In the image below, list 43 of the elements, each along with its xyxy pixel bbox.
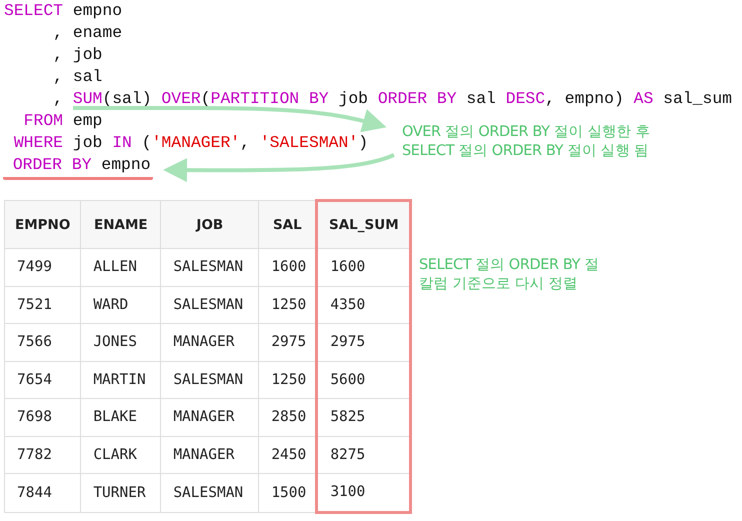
table-cell: 7654 [4, 361, 81, 398]
column-header: ENAME [80, 200, 161, 248]
table-cell: SALESMAN [160, 474, 259, 512]
code-line: , sal [52, 67, 102, 88]
table-cell: 7782 [4, 436, 81, 474]
table-cell: TURNER [80, 474, 161, 512]
annotation-note: SELECT 절의 ORDER BY 절 칼럼 기준으로 다시 정렬 [419, 256, 599, 294]
table-cell: BLAKE [80, 398, 161, 436]
table-cell: SALESMAN [160, 361, 259, 398]
code-line: , ename [52, 23, 122, 44]
column-header: EMPNO [4, 200, 81, 248]
code-line: WHERE job IN ('MANAGER', 'SALESMAN') [12, 133, 368, 154]
code-line: FROM emp [22, 111, 102, 132]
table-cell: 7566 [4, 324, 81, 361]
table-cell: 7499 [4, 248, 81, 286]
table-cell: JONES [80, 324, 161, 361]
table-cell: CLARK [80, 436, 161, 474]
code-line: ORDER BY empno [3, 155, 153, 180]
table-cell: 1600 [316, 248, 411, 286]
table-cell: MARTIN [80, 361, 161, 398]
table-cell: MANAGER [160, 398, 259, 436]
table-cell: 7844 [4, 474, 81, 512]
table-cell: 3100 [316, 474, 411, 512]
table-cell: 4350 [316, 286, 411, 324]
code-line: , job [52, 45, 102, 66]
code-line: SELECT empno [4, 1, 122, 22]
table-cell: SALESMAN [160, 286, 259, 324]
column-header: SAL [258, 200, 317, 248]
column-header: JOB [160, 200, 259, 248]
column-header: SAL_SUM [316, 200, 411, 248]
table-cell: 2975 [316, 324, 411, 361]
table-cell: SALESMAN [160, 248, 259, 286]
table-cell: 7698 [4, 398, 81, 436]
table-cell: 7521 [4, 286, 81, 324]
table-cell: 5825 [316, 398, 411, 436]
table-cell: WARD [80, 286, 161, 324]
table-cell: 8275 [316, 436, 411, 474]
code-line: , SUM(sal) OVER(PARTITION BY job ORDER BY sal DESC, empno) AS sal_sum [52, 89, 732, 110]
annotation-note: OVER 절의 ORDER BY 절이 실행한 후 SELECT 절의 ORDER BY 절이 실행 됨 [402, 123, 650, 161]
table-cell: 5600 [316, 361, 411, 398]
table-cell: MANAGER [160, 436, 259, 474]
table-cell: MANAGER [160, 324, 259, 361]
table-cell: ALLEN [80, 248, 161, 286]
